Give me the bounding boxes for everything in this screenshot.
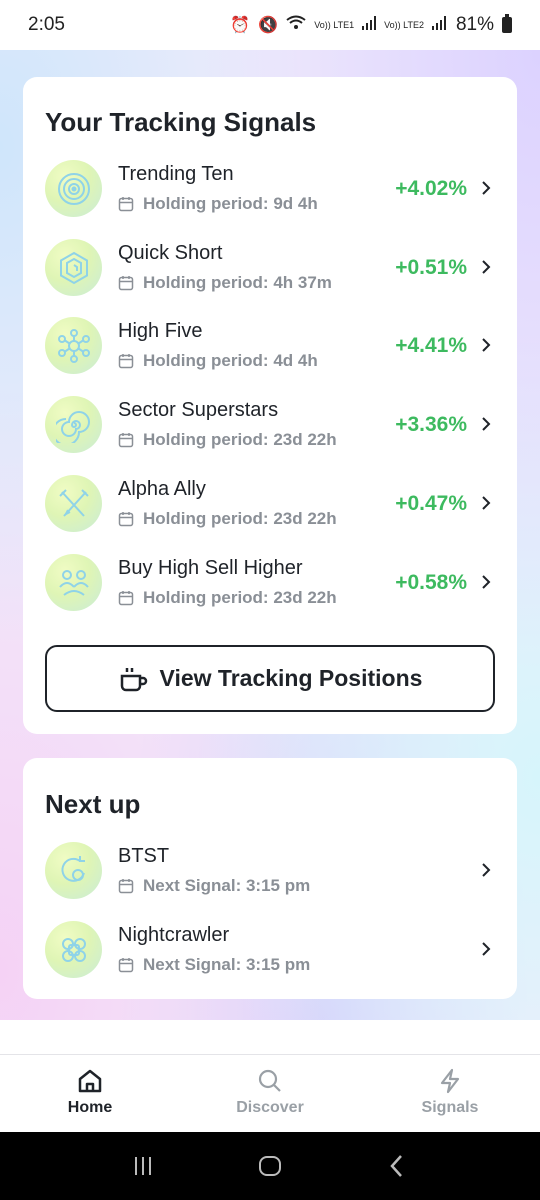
- signal-name: Trending Ten: [118, 163, 234, 185]
- chevron-right-icon: [482, 181, 491, 195]
- signal-row-alpha-ally[interactable]: Alpha Ally Holding period: 23d 22h +0.47…: [45, 475, 497, 537]
- chevron-right-icon: [482, 496, 491, 510]
- next-signal-text: Next Signal: 3:15 pm: [143, 955, 311, 974]
- back-icon[interactable]: [382, 1151, 412, 1181]
- nav-home[interactable]: Home: [0, 1055, 180, 1132]
- tracking-title: Your Tracking Signals: [45, 107, 317, 137]
- status-icons: ⏰ 🔇 Vo)) LTE1 Vo)) LTE2 81%: [230, 14, 512, 36]
- chevron-right-icon: [482, 338, 491, 352]
- calendar-icon: [118, 512, 134, 527]
- chevron-right-icon: [482, 417, 491, 431]
- system-navigation-bar: [0, 1132, 540, 1200]
- next-signal: Next Signal: 3:15 pm: [118, 876, 310, 896]
- refresh-circle-icon: [45, 842, 102, 899]
- holding-period: Holding period: 9d 4h: [118, 194, 318, 214]
- calendar-icon: [118, 958, 134, 973]
- signal-row-buy-high-sell-higher[interactable]: Buy High Sell Higher Holding period: 23d…: [45, 554, 497, 616]
- chevron-right-icon: [482, 575, 491, 589]
- status-bar: 2:05 ⏰ 🔇 Vo)) LTE1 Vo)) LTE2 81%: [0, 0, 540, 50]
- signal-row-trending-ten[interactable]: Trending Ten Holding period: 9d 4h +4.02…: [45, 160, 497, 222]
- return-percent: +4.02%: [395, 177, 467, 200]
- battery-icon: [502, 14, 512, 33]
- alarm-icon: ⏰: [230, 17, 251, 34]
- return-percent: +4.41%: [395, 334, 467, 357]
- signal-name: Sector Superstars: [118, 399, 279, 421]
- recent-apps-icon[interactable]: [128, 1151, 158, 1181]
- nav-signals[interactable]: Signals: [360, 1055, 540, 1132]
- holding-period: Holding period: 23d 22h: [118, 588, 337, 608]
- signal-row-sector-superstars[interactable]: Sector Superstars Holding period: 23d 22…: [45, 396, 497, 458]
- return-percent: +0.58%: [395, 571, 467, 594]
- clock: 2:05: [28, 14, 65, 35]
- people-icon: [45, 554, 102, 611]
- spiral-icon: [45, 396, 102, 453]
- calendar-icon: [118, 591, 134, 606]
- holding-period-text: Holding period: 9d 4h: [143, 194, 318, 213]
- next-up-title: Next up: [45, 789, 141, 819]
- home-button-icon[interactable]: [255, 1151, 285, 1181]
- chevron-right-icon: [482, 863, 491, 877]
- search-icon: [258, 1069, 281, 1092]
- chevron-right-icon: [482, 942, 491, 956]
- calendar-icon: [118, 433, 134, 448]
- next-row-nightcrawler[interactable]: Nightcrawler Next Signal: 3:15 pm: [45, 921, 497, 983]
- calendar-icon: [118, 276, 134, 291]
- knot-icon: [45, 921, 102, 978]
- molecule-icon: [45, 317, 102, 374]
- return-percent: +3.36%: [395, 413, 467, 436]
- holding-period-text: Holding period: 23d 22h: [143, 588, 337, 607]
- target-rings-icon: [45, 160, 102, 217]
- calendar-icon: [118, 879, 134, 894]
- holding-period-text: Holding period: 4h 37m: [143, 273, 332, 292]
- nav-discover-label: Discover: [236, 1099, 304, 1116]
- hexagon-spiral-icon: [45, 239, 102, 296]
- wifi-icon: [286, 15, 306, 36]
- nav-home-label: Home: [67, 1099, 113, 1116]
- lte1-label: Vo)) LTE1: [314, 19, 355, 30]
- content-bottom: [0, 1020, 540, 1054]
- holding-period: Holding period: 4h 37m: [118, 273, 332, 293]
- tracking-signals-card: Your Tracking Signals Trending Ten Holdi…: [23, 77, 517, 734]
- holding-period: Holding period: 4d 4h: [118, 351, 318, 371]
- cup-icon: [120, 667, 147, 691]
- nav-signals-label: Signals: [421, 1099, 479, 1116]
- signal-name: Buy High Sell Higher: [118, 557, 303, 579]
- lightning-icon: [440, 1068, 460, 1094]
- calendar-icon: [118, 354, 134, 369]
- next-signal: Next Signal: 3:15 pm: [118, 955, 310, 975]
- nav-discover[interactable]: Discover: [180, 1055, 360, 1132]
- mute-icon: 🔇: [258, 17, 279, 34]
- return-percent: +0.51%: [395, 256, 467, 279]
- chevron-right-icon: [482, 260, 491, 274]
- next-up-card: Next up BTST Next Signal: 3:15 pm Nightc…: [23, 758, 517, 999]
- next-signal-text: Next Signal: 3:15 pm: [143, 876, 311, 895]
- return-percent: +0.47%: [395, 492, 467, 515]
- bottom-navigation: Home Discover Signals: [0, 1054, 540, 1132]
- home-icon: [78, 1069, 102, 1093]
- signal-icon-2: [431, 15, 446, 35]
- calendar-icon: [118, 197, 134, 212]
- holding-period: Holding period: 23d 22h: [118, 509, 337, 529]
- holding-period-text: Holding period: 23d 22h: [143, 430, 337, 449]
- signal-name: Alpha Ally: [118, 478, 206, 500]
- signal-name: High Five: [118, 320, 203, 342]
- view-tracking-positions-label: View Tracking Positions: [159, 665, 423, 691]
- lte2-label: Vo)) LTE2: [384, 19, 424, 30]
- signal-name: BTST: [118, 845, 170, 867]
- holding-period-text: Holding period: 23d 22h: [143, 509, 337, 528]
- holding-period-text: Holding period: 4d 4h: [143, 351, 318, 370]
- signal-row-high-five[interactable]: High Five Holding period: 4d 4h +4.41%: [45, 317, 497, 379]
- holding-period: Holding period: 23d 22h: [118, 430, 337, 450]
- signal-row-quick-short[interactable]: Quick Short Holding period: 4h 37m +0.51…: [45, 239, 497, 301]
- crossed-swords-icon: [45, 475, 102, 532]
- signal-name: Quick Short: [118, 242, 223, 264]
- battery-percent: 81%: [455, 14, 494, 35]
- view-tracking-positions-button[interactable]: View Tracking Positions: [45, 645, 495, 712]
- signal-icon-1: [362, 15, 377, 35]
- next-row-btst[interactable]: BTST Next Signal: 3:15 pm: [45, 842, 497, 904]
- signal-name: Nightcrawler: [118, 924, 230, 946]
